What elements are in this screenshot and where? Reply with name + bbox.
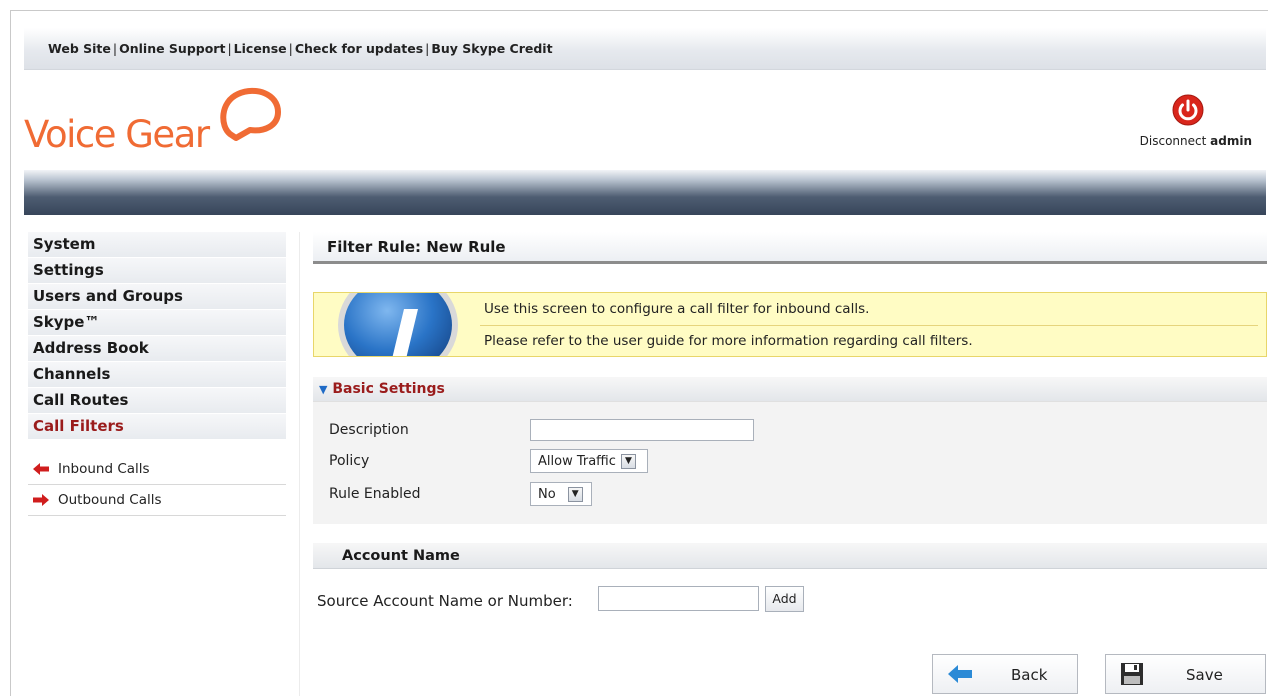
disconnect-label: Disconnect admin: [1140, 134, 1252, 148]
page-title: Filter Rule: New Rule: [313, 232, 1267, 264]
sidebar-item-users-and-groups[interactable]: Users and Groups: [28, 284, 286, 310]
submenu-item-outbound-calls[interactable]: Outbound Calls: [28, 485, 286, 516]
basic-settings-title: Basic Settings: [332, 381, 445, 397]
rule-enabled-value: No: [538, 486, 556, 502]
voicegear-logo: Voice Gear: [24, 86, 324, 166]
info-box: Use this screen to configure a call filt…: [313, 292, 1267, 357]
chevron-down-icon[interactable]: ▼: [567, 486, 583, 502]
link-license[interactable]: License: [234, 41, 287, 56]
rule-enabled-label: Rule Enabled: [329, 486, 421, 502]
link-check-for-updates[interactable]: Check for updates: [295, 41, 423, 56]
sidebar-item-system[interactable]: System: [28, 232, 286, 258]
username: admin: [1210, 134, 1252, 148]
submenu-item-inbound-calls[interactable]: Inbound Calls: [28, 454, 286, 485]
window-frame-top: [10, 10, 1268, 11]
link-separator: |: [288, 41, 293, 56]
rule-enabled-select[interactable]: No ▼: [530, 482, 592, 506]
description-label: Description: [329, 422, 409, 438]
floppy-disk-icon: [1121, 663, 1143, 685]
window-frame-left: [10, 10, 11, 696]
back-label: Back: [1011, 666, 1048, 684]
description-input[interactable]: [530, 419, 754, 441]
top-links-bar: Web Site | Online Support | License | Check…: [24, 28, 1266, 70]
submenu-label: Inbound Calls: [58, 461, 150, 477]
chevron-down-icon[interactable]: ▼: [620, 453, 636, 469]
content-divider: [299, 232, 300, 696]
sidebar-item-channels[interactable]: Channels: [28, 362, 286, 388]
policy-label: Policy: [329, 453, 370, 469]
link-separator: |: [112, 41, 118, 56]
info-text-line-2: Please refer to the user guide for more …: [484, 333, 973, 349]
source-account-input[interactable]: [598, 586, 759, 611]
info-icon: [338, 293, 458, 356]
sidebar-item-skype[interactable]: Skype™: [28, 310, 286, 336]
add-button[interactable]: Add: [765, 586, 804, 612]
info-text-line-1: Use this screen to configure a call filt…: [484, 301, 870, 317]
basic-settings-header[interactable]: ▼ Basic Settings: [313, 377, 1267, 402]
power-icon[interactable]: [1172, 94, 1204, 126]
basic-settings-section: ▼ Basic Settings Description Policy Allo…: [313, 377, 1267, 524]
info-divider: [480, 325, 1258, 326]
save-button[interactable]: Save: [1105, 654, 1266, 694]
account-name-header: Account Name: [313, 543, 1267, 569]
disconnect-text: Disconnect: [1139, 134, 1207, 148]
policy-select[interactable]: Allow Traffic ▼: [530, 449, 648, 473]
policy-value: Allow Traffic: [538, 453, 616, 469]
link-online-support[interactable]: Online Support: [119, 41, 225, 56]
link-separator: |: [425, 41, 430, 56]
sidebar-item-call-routes[interactable]: Call Routes: [28, 388, 286, 414]
sidebar-item-settings[interactable]: Settings: [28, 258, 286, 284]
logo-text: Voice Gear: [24, 113, 210, 156]
link-separator: |: [227, 41, 232, 56]
back-button[interactable]: Back: [932, 654, 1078, 694]
sidebar: System Settings Users and Groups Skype™ …: [28, 232, 286, 516]
submenu-label: Outbound Calls: [58, 492, 162, 508]
arrow-right-icon: [33, 494, 49, 506]
call-filters-submenu: Inbound Calls Outbound Calls: [28, 454, 286, 516]
collapse-triangle-icon: ▼: [319, 383, 328, 396]
back-arrow-icon: [948, 665, 972, 683]
header-band: [24, 170, 1266, 215]
arrow-left-icon: [33, 463, 49, 475]
link-buy-skype-credit[interactable]: Buy Skype Credit: [431, 41, 552, 56]
sidebar-item-address-book[interactable]: Address Book: [28, 336, 286, 362]
save-label: Save: [1186, 666, 1223, 684]
source-account-label: Source Account Name or Number:: [317, 592, 573, 610]
sidebar-item-call-filters[interactable]: Call Filters: [28, 414, 286, 440]
link-web-site[interactable]: Web Site: [48, 41, 111, 56]
